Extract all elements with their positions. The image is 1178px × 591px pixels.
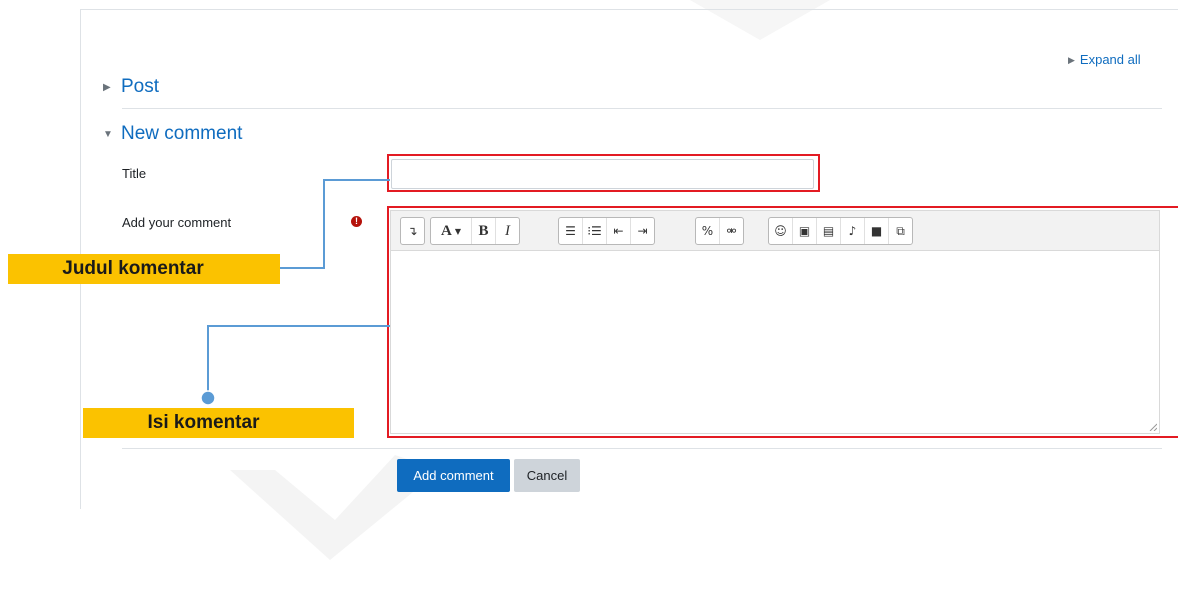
add-comment-button[interactable]: Add comment	[397, 459, 510, 492]
form-divider	[122, 448, 1162, 449]
exclamation-circle-icon: !	[351, 216, 362, 227]
caret-right-icon: ▶	[1068, 55, 1075, 65]
cancel-button[interactable]: Cancel	[514, 459, 580, 492]
content-callout-label: Isi komentar	[147, 412, 260, 433]
expand-all-label: Expand all	[1079, 52, 1141, 67]
section-post-toggle[interactable]: ▶ Post	[103, 76, 159, 98]
title-label: Title	[122, 166, 147, 181]
content-callout: Isi komentar	[83, 408, 354, 438]
title-highlight-box	[387, 154, 820, 192]
title-callout: Judul komentar	[8, 254, 280, 284]
section-new-comment-label: New comment	[121, 123, 243, 144]
section-post-label: Post	[121, 76, 160, 97]
content-callout-dot	[200, 390, 216, 406]
section-divider	[122, 108, 1162, 109]
comment-label: Add your comment	[122, 215, 232, 230]
content-callout-connector	[207, 325, 390, 398]
expand-all-link[interactable]: ▶ Expand all	[1068, 52, 1141, 67]
caret-down-icon: ▼	[103, 129, 113, 140]
section-new-comment-toggle[interactable]: ▼ New comment	[103, 123, 242, 145]
caret-right-icon: ▶	[103, 82, 111, 93]
editor-highlight-box	[387, 206, 1178, 438]
page-frame-top	[80, 9, 1178, 10]
title-callout-label: Judul komentar	[62, 258, 204, 279]
